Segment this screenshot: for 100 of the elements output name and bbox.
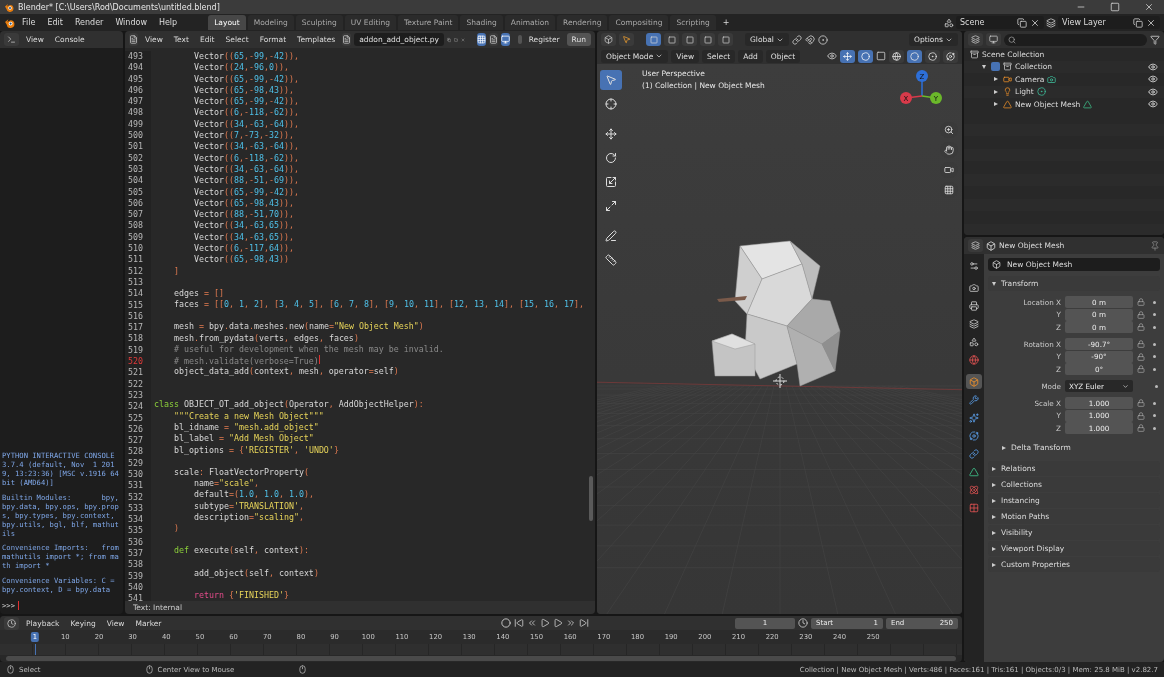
text-browse-button[interactable] bbox=[342, 33, 352, 46]
lock-icon[interactable] bbox=[1137, 411, 1145, 420]
pin-icon[interactable] bbox=[1150, 240, 1160, 251]
object-data-icon[interactable] bbox=[1047, 74, 1057, 84]
object-data-icon[interactable] bbox=[1083, 99, 1093, 109]
close-icon[interactable] bbox=[1144, 2, 1154, 12]
expand-arrow[interactable] bbox=[992, 514, 996, 519]
keyframe-dot[interactable] bbox=[1153, 300, 1156, 304]
lock-icon[interactable] bbox=[1137, 352, 1145, 361]
expand-arrow[interactable] bbox=[992, 466, 996, 471]
search-field[interactable] bbox=[1004, 33, 1147, 46]
selection-mode-button[interactable] bbox=[646, 33, 661, 46]
menu-item[interactable]: File bbox=[17, 18, 41, 27]
menu-item[interactable]: Window bbox=[110, 18, 152, 27]
object-tab[interactable] bbox=[966, 374, 982, 389]
selection-mode-button[interactable] bbox=[682, 33, 697, 46]
expand-arrow[interactable] bbox=[992, 498, 996, 503]
scene-selector[interactable]: Scene bbox=[956, 16, 1044, 29]
output-tab[interactable] bbox=[966, 298, 982, 313]
menu-item[interactable]: Help bbox=[153, 18, 183, 27]
view-layer-tab[interactable] bbox=[966, 316, 982, 331]
view-layer-icon[interactable] bbox=[1046, 17, 1056, 28]
editor-type-button[interactable] bbox=[968, 239, 983, 252]
play-reverse-icon[interactable] bbox=[540, 618, 551, 628]
word-wrap-toggle[interactable] bbox=[488, 33, 498, 46]
eye-icon[interactable] bbox=[1148, 61, 1158, 72]
previous-keyframe-icon[interactable] bbox=[527, 618, 538, 628]
editor-type-button[interactable] bbox=[129, 33, 138, 46]
scene-icon[interactable] bbox=[944, 17, 954, 28]
eye-icon[interactable] bbox=[1148, 86, 1158, 97]
shading-button[interactable] bbox=[889, 49, 904, 63]
overlay-toggle[interactable] bbox=[858, 49, 873, 63]
shading-button[interactable] bbox=[907, 49, 922, 63]
pivot-icon[interactable] bbox=[791, 34, 802, 45]
menu-item[interactable]: Render bbox=[69, 18, 109, 27]
lock-icon[interactable] bbox=[1137, 365, 1145, 373]
selection-mode-button[interactable] bbox=[718, 33, 733, 46]
display-mode-button[interactable] bbox=[986, 33, 1001, 46]
editor-type-button[interactable] bbox=[4, 33, 19, 46]
editor-type-button[interactable] bbox=[601, 33, 616, 46]
xray-icon[interactable] bbox=[876, 51, 886, 61]
keyframe-dot[interactable] bbox=[1153, 426, 1156, 430]
lock-icon[interactable] bbox=[1137, 399, 1145, 407]
shading-button[interactable] bbox=[925, 49, 940, 63]
expand-arrow[interactable] bbox=[992, 530, 996, 535]
modifier-tab[interactable] bbox=[966, 392, 982, 407]
square-icon bbox=[667, 35, 676, 44]
constraint-tab[interactable] bbox=[966, 446, 982, 461]
lock-icon[interactable] bbox=[1137, 298, 1145, 306]
maximize-icon[interactable] bbox=[1110, 2, 1120, 12]
add-workspace-button[interactable]: + bbox=[717, 18, 735, 27]
proportional-edit-icon[interactable] bbox=[817, 34, 828, 45]
view-layer-selector[interactable]: View Layer bbox=[1058, 16, 1160, 29]
keyframe-dot[interactable] bbox=[1153, 325, 1156, 329]
visibility-icon[interactable] bbox=[827, 51, 837, 61]
menu-item[interactable]: Edit bbox=[42, 18, 68, 27]
play-icon[interactable] bbox=[553, 618, 564, 628]
keyframe-dot[interactable] bbox=[1153, 355, 1156, 358]
select-tool[interactable] bbox=[600, 70, 622, 90]
world-tab[interactable] bbox=[966, 352, 982, 367]
jump-start-icon[interactable] bbox=[514, 618, 525, 628]
editor-type-button[interactable] bbox=[968, 33, 983, 46]
lock-icon[interactable] bbox=[1137, 424, 1145, 432]
keyframe-dot[interactable] bbox=[1155, 384, 1158, 388]
exclude-checkbox[interactable] bbox=[991, 62, 1000, 72]
particles-tab[interactable] bbox=[966, 410, 982, 425]
filter-icon[interactable] bbox=[1150, 34, 1160, 45]
keyframe-dot[interactable] bbox=[1153, 342, 1156, 346]
syntax-highlight-toggle[interactable] bbox=[500, 33, 510, 46]
eye-icon[interactable] bbox=[1148, 99, 1158, 110]
record-icon[interactable] bbox=[501, 618, 512, 628]
physics-tab[interactable] bbox=[966, 428, 982, 443]
lock-icon[interactable] bbox=[1137, 323, 1145, 331]
keyframe-dot[interactable] bbox=[1153, 401, 1156, 405]
expand-arrow[interactable] bbox=[992, 482, 996, 487]
keyframe-dot[interactable] bbox=[1153, 414, 1156, 417]
register-checkbox[interactable] bbox=[518, 35, 522, 44]
scrollbar-thumb[interactable] bbox=[589, 476, 593, 521]
expand-arrow[interactable] bbox=[982, 64, 988, 69]
editor-type-button[interactable] bbox=[4, 616, 19, 630]
jump-end-icon[interactable] bbox=[579, 618, 590, 628]
selection-mode-button[interactable] bbox=[700, 33, 715, 46]
line-numbers-toggle[interactable] bbox=[476, 33, 486, 46]
expand-arrow[interactable] bbox=[992, 281, 996, 286]
gizmo-toggle[interactable] bbox=[840, 49, 855, 63]
keyframe-dot[interactable] bbox=[1153, 367, 1156, 371]
expand-arrow[interactable] bbox=[992, 562, 996, 567]
lock-icon[interactable] bbox=[1137, 340, 1145, 348]
snap-icon[interactable] bbox=[804, 34, 815, 45]
next-keyframe-icon[interactable] bbox=[566, 618, 577, 628]
shading-button[interactable] bbox=[943, 49, 958, 63]
selection-mode-button[interactable] bbox=[664, 33, 679, 46]
select-box-button[interactable] bbox=[619, 33, 634, 46]
lock-icon[interactable] bbox=[1137, 310, 1145, 319]
timeline-scrollbar[interactable] bbox=[6, 656, 956, 661]
expand-arrow[interactable] bbox=[1002, 445, 1006, 450]
eye-icon[interactable] bbox=[1148, 74, 1158, 85]
object-data-icon[interactable] bbox=[1036, 87, 1046, 97]
keyframe-dot[interactable] bbox=[1153, 313, 1156, 316]
expand-arrow[interactable] bbox=[992, 546, 996, 551]
